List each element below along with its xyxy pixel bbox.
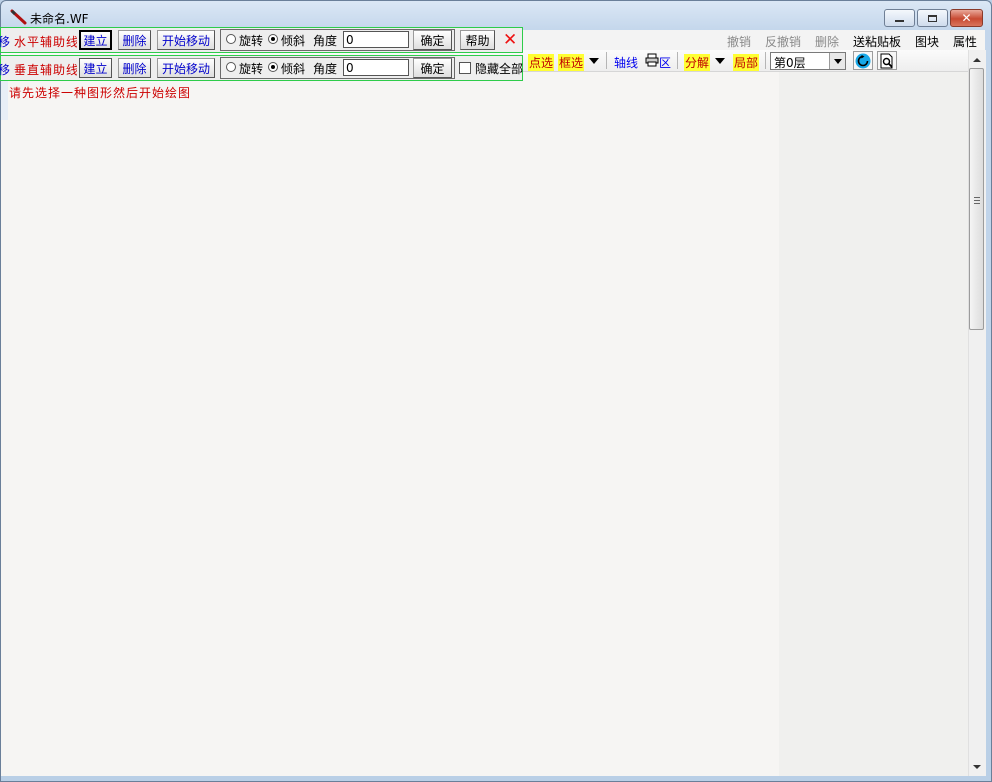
horizontal-guide-move-label: 移 [0, 35, 11, 49]
horizontal-angle-input[interactable] [343, 31, 409, 48]
vertical-tilt-radio[interactable] [268, 62, 278, 72]
maximize-button[interactable] [917, 9, 948, 27]
grip-icon [974, 197, 980, 206]
menu-undo[interactable]: 撤销 [727, 33, 751, 50]
hide-all-checkbox[interactable] [459, 62, 471, 74]
vertical-create-button[interactable]: 建立 [79, 58, 112, 78]
toolbar-separator [765, 52, 766, 69]
refresh-button[interactable] [853, 51, 873, 70]
box-select-button[interactable]: 框选 [558, 54, 585, 71]
scroll-down-icon [972, 764, 981, 769]
vertical-guide-panel: 移 垂直辅助线 建立 删除 开始移动 旋转 倾斜 角度 确定 隐藏全部 [0, 55, 523, 81]
window-title: 未命名.WF [30, 12, 89, 26]
minimize-button[interactable] [884, 9, 915, 27]
close-icon: ✕ [961, 11, 972, 25]
partial-button[interactable]: 局部 [733, 54, 760, 71]
vertical-delete-button[interactable]: 删除 [118, 58, 151, 78]
vertical-guide-label: 垂直辅助线 [14, 63, 77, 77]
pencil-icon [10, 9, 28, 25]
box-select-dropdown-icon[interactable] [589, 58, 599, 64]
horizontal-confirm-button[interactable]: 确定 [413, 30, 452, 50]
toolbar-separator [606, 52, 607, 69]
horizontal-guide-label: 水平辅助线 [14, 35, 77, 49]
menu-block[interactable]: 图块 [915, 33, 939, 50]
vertical-angle-input[interactable] [343, 59, 409, 76]
help-button[interactable]: 帮助 [460, 30, 495, 50]
scroll-down-button[interactable] [968, 758, 985, 775]
minimize-icon [895, 19, 904, 22]
point-select-button[interactable]: 点选 [528, 54, 555, 71]
close-icon[interactable]: ✕ [503, 30, 517, 50]
toolbar-separator [677, 52, 678, 69]
print-icon[interactable] [645, 53, 659, 70]
print-preview-icon [880, 53, 893, 68]
floor-select[interactable]: 第0层 [770, 52, 846, 70]
horizontal-tilt-label: 倾斜 [281, 34, 306, 48]
title-bar[interactable] [0, 0, 992, 30]
menu-send-clipboard[interactable]: 送粘贴板 [853, 33, 901, 50]
chevron-down-icon[interactable] [829, 53, 845, 69]
horizontal-angle-label: 角度 [313, 34, 338, 48]
refresh-icon [855, 53, 871, 68]
print-area-button[interactable]: 区 [659, 54, 671, 71]
explode-button[interactable]: 分解 [684, 54, 711, 71]
hide-all-label: 隐藏全部 [475, 62, 523, 76]
scroll-up-button[interactable] [968, 51, 985, 68]
horizontal-tilt-radio[interactable] [268, 34, 278, 44]
vertical-tilt-label: 倾斜 [281, 62, 306, 76]
vertical-rotate-radio[interactable] [226, 62, 236, 72]
explode-dropdown-icon[interactable] [715, 58, 725, 64]
scrollbar-thumb[interactable] [969, 68, 984, 330]
menu-properties[interactable]: 属性 [953, 33, 977, 50]
menu-redo[interactable]: 反撤销 [765, 33, 801, 50]
vertical-guide-move-label: 移 [0, 63, 11, 77]
right-pane [779, 71, 969, 776]
vertical-angle-label: 角度 [313, 62, 338, 76]
horizontal-rotate-label: 旋转 [239, 34, 264, 48]
vertical-rotate-label: 旋转 [239, 62, 264, 76]
horizontal-rotate-radio[interactable] [226, 34, 236, 44]
axis-line-button[interactable]: 轴线 [614, 54, 638, 71]
preview-button[interactable] [877, 51, 897, 70]
scroll-up-icon [972, 57, 981, 62]
horizontal-start-move-button[interactable]: 开始移动 [157, 30, 215, 50]
maximize-icon [928, 14, 937, 22]
vertical-start-move-button[interactable]: 开始移动 [157, 58, 215, 78]
horizontal-create-button[interactable]: 建立 [79, 30, 112, 50]
floor-select-value: 第0层 [774, 56, 806, 70]
close-button[interactable]: ✕ [950, 9, 983, 27]
horizontal-guide-panel: 移 水平辅助线 建立 删除 开始移动 旋转 倾斜 角度 确定 帮助 ✕ [0, 27, 523, 53]
vertical-confirm-button[interactable]: 确定 [413, 58, 452, 78]
horizontal-delete-button[interactable]: 删除 [118, 30, 151, 50]
menu-delete[interactable]: 删除 [815, 33, 839, 50]
canvas-status-message: 请先选择一种图形然后开始绘图 [9, 86, 192, 100]
